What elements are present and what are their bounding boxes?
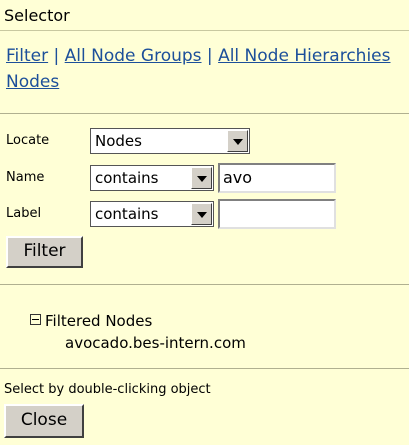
nav-links: Filter | All Node Groups | All Node Hier… bbox=[6, 46, 391, 92]
nodes-link[interactable]: Nodes bbox=[6, 72, 59, 92]
divider bbox=[0, 284, 409, 285]
all-node-hierarchies-link[interactable]: All Node Hierarchies bbox=[218, 46, 390, 66]
locate-select[interactable]: Nodes bbox=[90, 128, 250, 154]
tree-group[interactable]: Filtered Nodes bbox=[30, 310, 246, 332]
chevron-down-icon[interactable] bbox=[227, 130, 248, 152]
label-operator-select[interactable]: contains bbox=[90, 201, 214, 227]
tree-item[interactable]: avocado.bes-intern.com bbox=[30, 332, 246, 354]
close-button[interactable]: Close bbox=[4, 404, 84, 438]
filter-button[interactable]: Filter bbox=[6, 236, 83, 268]
name-input[interactable]: avo bbox=[218, 163, 336, 193]
results-tree: Filtered Nodes avocado.bes-intern.com bbox=[30, 310, 246, 354]
locate-label: Locate bbox=[6, 133, 50, 148]
name-operator-select[interactable]: contains bbox=[90, 165, 214, 191]
divider bbox=[0, 368, 409, 369]
name-label: Name bbox=[6, 170, 45, 185]
filter-link[interactable]: Filter bbox=[6, 46, 48, 66]
all-node-groups-link[interactable]: All Node Groups bbox=[65, 46, 202, 66]
hint-text: Select by double-clicking object bbox=[4, 382, 211, 397]
window-titlebar: Selector bbox=[0, 0, 409, 31]
window-title: Selector bbox=[4, 6, 70, 25]
minus-box-icon[interactable] bbox=[30, 314, 41, 325]
label-label: Label bbox=[6, 206, 42, 221]
chevron-down-icon[interactable] bbox=[191, 203, 212, 225]
divider bbox=[0, 113, 409, 114]
label-input[interactable] bbox=[218, 199, 336, 229]
chevron-down-icon[interactable] bbox=[191, 167, 212, 189]
